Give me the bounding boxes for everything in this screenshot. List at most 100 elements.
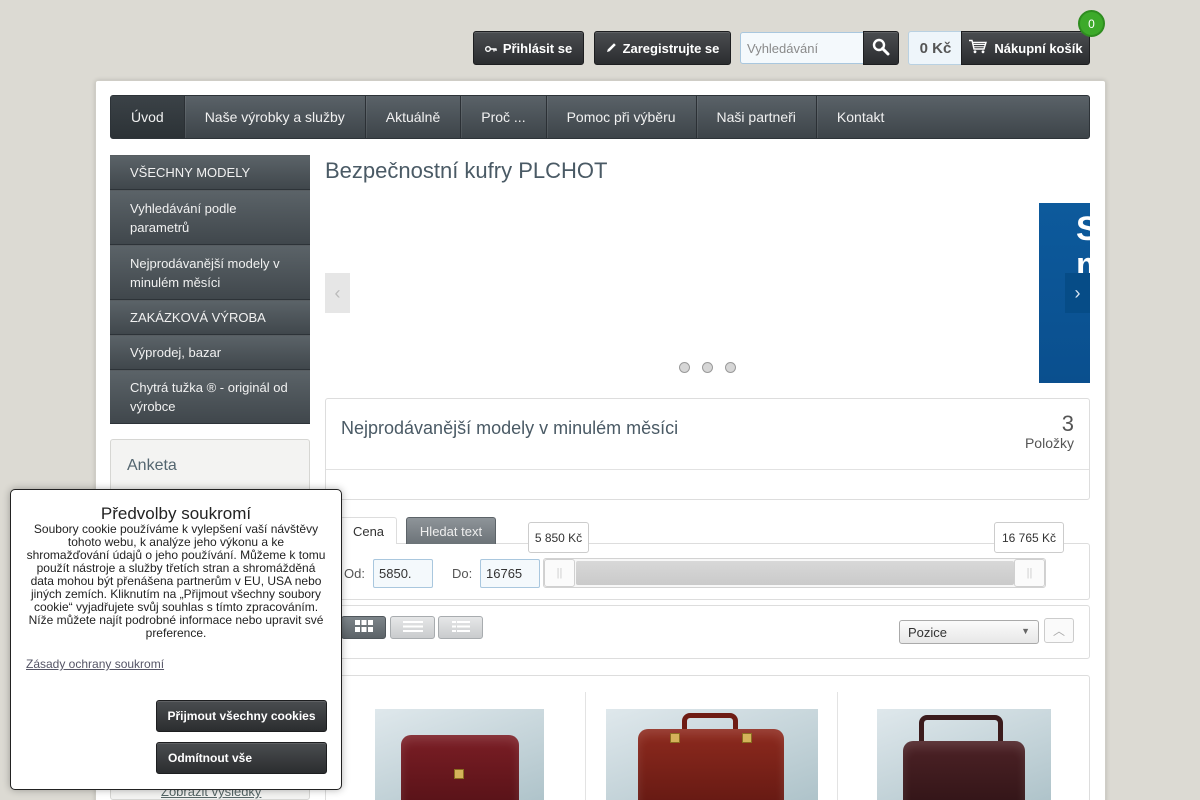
price-from-input[interactable] (373, 559, 433, 588)
price-to-label: Do: (452, 566, 473, 581)
divider (837, 692, 838, 800)
sidebar-item-smart-pen[interactable]: Chytrá tužka ® - originál od výrobce (110, 370, 310, 424)
nav-item-label: Úvod (131, 109, 164, 125)
bestsellers-count-label: Položky (1024, 435, 1074, 451)
price-from-label: Od: (344, 566, 365, 581)
cookie-consent-dialog: Předvolby soukromí Soubory cookie použív… (10, 489, 342, 790)
sidebar-item-label: Výprodej, bazar (130, 345, 222, 360)
product-image[interactable] (375, 709, 544, 800)
search-input[interactable] (740, 32, 864, 64)
briefcase-image (401, 735, 519, 800)
briefcase-image (903, 741, 1025, 800)
nav-item-label: Naši partneři (716, 109, 796, 125)
poll-title: Anketa (127, 457, 177, 474)
nav-item-partners[interactable]: Naši partneři (697, 96, 817, 138)
sort-select[interactable]: Pozice ▼ (899, 620, 1039, 644)
cookie-dialog-title: Předvolby soukromí (100, 504, 252, 523)
nav-item-label: Pomoc při výběru (566, 109, 676, 125)
page-title: Bezpečnostní kufry PLCHOT (325, 158, 608, 183)
sidebar-item-label: Chytrá tužka ® - originál od výrobce (130, 380, 288, 414)
nav-item-help[interactable]: Pomoc při výběru (547, 96, 697, 138)
price-to-input[interactable] (480, 559, 540, 588)
slider-dot-3[interactable] (725, 362, 736, 373)
product-image[interactable] (606, 709, 818, 800)
sidebar-menu: VŠECHNY MODELY Vyhledávání podle paramet… (110, 155, 310, 424)
nav-item-why[interactable]: Proč ... (461, 96, 547, 138)
search-icon (872, 38, 890, 59)
login-label: Přihlásit se (502, 40, 573, 56)
nav-item-home[interactable]: Úvod (111, 96, 185, 138)
sidebar-item-all-models[interactable]: VŠECHNY MODELY (110, 155, 310, 190)
nav-item-label: Aktuálně (385, 109, 441, 125)
price-range-max-handle[interactable]: || (1014, 559, 1045, 587)
view-table-button[interactable] (438, 616, 483, 639)
sidebar-item-label: VŠECHNY MODELY (130, 165, 251, 180)
sort-direction-button[interactable]: ︿ (1044, 618, 1074, 643)
slider-next-button[interactable]: › (1065, 273, 1090, 313)
briefcase-image (638, 729, 784, 800)
divider (326, 469, 1089, 470)
price-range-min-handle[interactable]: || (544, 559, 575, 587)
login-button[interactable]: Přihlásit se (473, 31, 584, 65)
sort-selected-value: Pozice (908, 624, 948, 640)
list-view-icon (402, 620, 423, 635)
price-range-fill (576, 561, 1014, 585)
cart-price[interactable]: 0 Kč (908, 31, 963, 65)
nav-item-label: Kontakt (836, 109, 885, 125)
search-button[interactable] (863, 31, 899, 65)
tab-search-text[interactable]: Hledat text (406, 517, 496, 544)
register-button[interactable]: Zaregistrujte se (594, 31, 731, 65)
grip-icon: || (556, 567, 563, 579)
sidebar-item-label: ZAKÁZKOVÁ VÝROBA (130, 310, 266, 325)
table-view-icon (451, 620, 470, 635)
banner-slider: S m ‹ › (325, 203, 1090, 383)
cookie-dialog-text: Soubory cookie používáme k vylepšení vaš… (26, 522, 326, 640)
clasp-decoration (742, 733, 752, 743)
chevron-right-icon: › (1074, 282, 1081, 303)
price-min-tooltip: 5 850 Kč (528, 522, 589, 553)
main-navigation: Úvod Naše výrobky a služby Aktuálně Proč… (110, 95, 1090, 139)
product-image[interactable] (877, 709, 1051, 800)
tab-price[interactable]: Cena (340, 517, 397, 544)
sidebar-item-parameter-search[interactable]: Vyhledávání podle parametrů (110, 190, 310, 245)
bestsellers-box: Nejprodávanější modely v minulém měsíci … (325, 398, 1090, 500)
privacy-policy-link[interactable]: Zásady ochrany soukromí (26, 657, 164, 671)
view-list-button[interactable] (390, 616, 435, 639)
sidebar-item-label: Vyhledávání podle parametrů (130, 200, 237, 235)
grip-icon: || (1026, 567, 1033, 579)
cart-count-badge: 0 (1078, 10, 1105, 37)
sidebar-item-label: Nejprodávanější modely v minulém měsíci (130, 255, 280, 290)
shopping-cart-icon (968, 39, 988, 57)
price-range-slider[interactable]: || || (543, 558, 1046, 588)
nav-item-news[interactable]: Aktuálně (366, 96, 462, 138)
view-grid-button[interactable] (341, 616, 386, 639)
product-grid (325, 675, 1090, 800)
register-label: Zaregistrujte se (622, 40, 720, 56)
chevron-left-icon: ‹ (334, 282, 341, 303)
chevron-down-icon: ▼ (1021, 626, 1030, 636)
slider-dot-1[interactable] (679, 362, 690, 373)
slider-dot-2[interactable] (702, 362, 713, 373)
price-max-tooltip: 16 765 Kč (994, 522, 1064, 553)
slider-prev-button[interactable]: ‹ (325, 273, 350, 313)
accept-all-cookies-button[interactable]: Přijmout všechny cookies (156, 700, 327, 732)
cart-label: Nákupní košík (994, 40, 1083, 56)
pencil-icon (606, 41, 617, 56)
nav-item-contact[interactable]: Kontakt (817, 96, 904, 138)
sidebar-item-sale[interactable]: Výprodej, bazar (110, 335, 310, 370)
sidebar-item-custom-production[interactable]: ZAKÁZKOVÁ VÝROBA (110, 300, 310, 335)
bestsellers-title[interactable]: Nejprodávanější modely v minulém měsíci (341, 418, 678, 439)
nav-item-label: Proč ... (481, 109, 526, 125)
clasp-decoration (670, 733, 680, 743)
bestsellers-count: 3 (1061, 411, 1074, 436)
sidebar-item-bestsellers[interactable]: Nejprodávanější modely v minulém měsíci (110, 245, 310, 300)
grid-view-icon (354, 620, 373, 635)
clasp-decoration (454, 769, 464, 779)
nav-item-products[interactable]: Naše výrobky a služby (185, 96, 366, 138)
divider (585, 692, 586, 800)
cart-button[interactable]: Nákupní košík (961, 31, 1090, 65)
key-icon (484, 41, 497, 56)
chevron-up-icon: ︿ (1052, 624, 1065, 638)
nav-item-label: Naše výrobky a služby (204, 109, 345, 125)
reject-all-cookies-button[interactable]: Odmítnout vše (156, 742, 327, 774)
